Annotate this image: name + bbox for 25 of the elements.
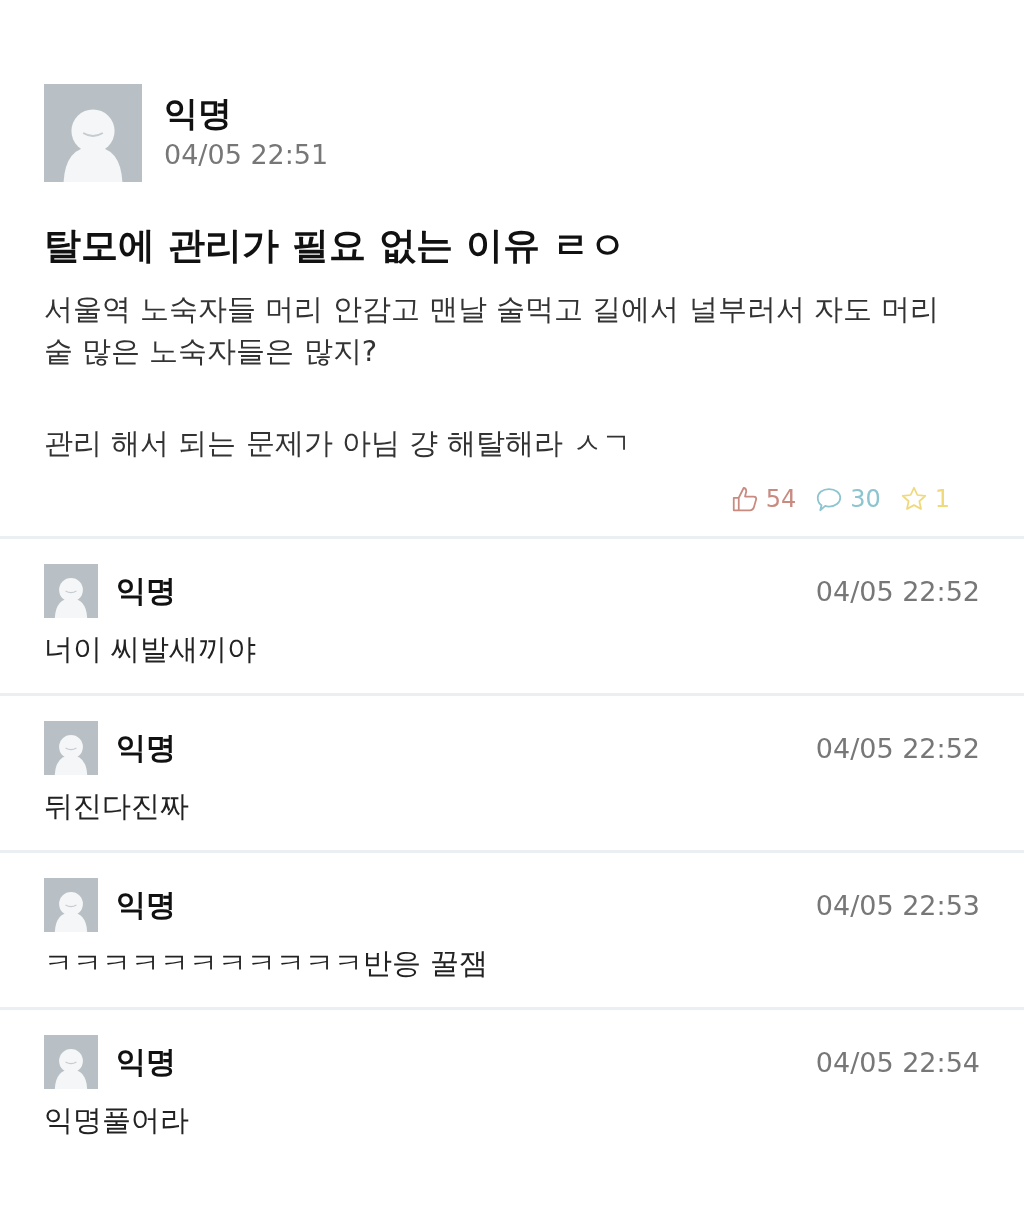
comment-text: 너이 씨발새끼야 bbox=[44, 631, 258, 668]
avatar-icon bbox=[44, 878, 98, 932]
post-body: 관리 해서 되는 문제가 아님 걍 해탈해라 ㅅㄱ bbox=[44, 425, 632, 462]
commenter-name: 익명 bbox=[116, 728, 177, 767]
post-time: 04/05 22:51 bbox=[164, 138, 329, 172]
scrap-count: 1 bbox=[934, 485, 950, 513]
post-title: 탈모에 관리가 필요 없는 이유 ㄹㅇ bbox=[44, 223, 628, 269]
commenter-name: 익명 bbox=[116, 571, 177, 610]
comment-text: 뒤진다진짜 bbox=[44, 788, 190, 825]
comment-count: 30 bbox=[850, 485, 881, 513]
commenter-name: 익명 bbox=[116, 1042, 177, 1081]
like-count: 54 bbox=[765, 485, 797, 513]
comment-text: ㅋㅋㅋㅋㅋㅋㅋㅋㅋㅋㅋ반응 꿀잼 bbox=[44, 945, 490, 982]
avatar-icon bbox=[44, 1035, 98, 1089]
comment-text: 익명풀어라 bbox=[44, 1102, 190, 1139]
avatar-icon bbox=[44, 84, 142, 182]
comment-time: 04/05 22:52 bbox=[815, 575, 980, 607]
author-name: 익명 bbox=[164, 92, 233, 135]
avatar-icon bbox=[44, 564, 98, 618]
post-body: 서울역 노숙자들 머리 안감고 맨날 술먹고 길에서 널부러서 자도 머리숱 많은 노숙자들은 많지? bbox=[44, 291, 940, 370]
commenter-name: 익명 bbox=[116, 885, 177, 924]
comment-time: 04/05 22:54 bbox=[815, 1046, 980, 1078]
comment-time: 04/05 22:53 bbox=[815, 889, 980, 921]
avatar-icon bbox=[44, 721, 98, 775]
comment-time: 04/05 22:52 bbox=[815, 732, 980, 764]
